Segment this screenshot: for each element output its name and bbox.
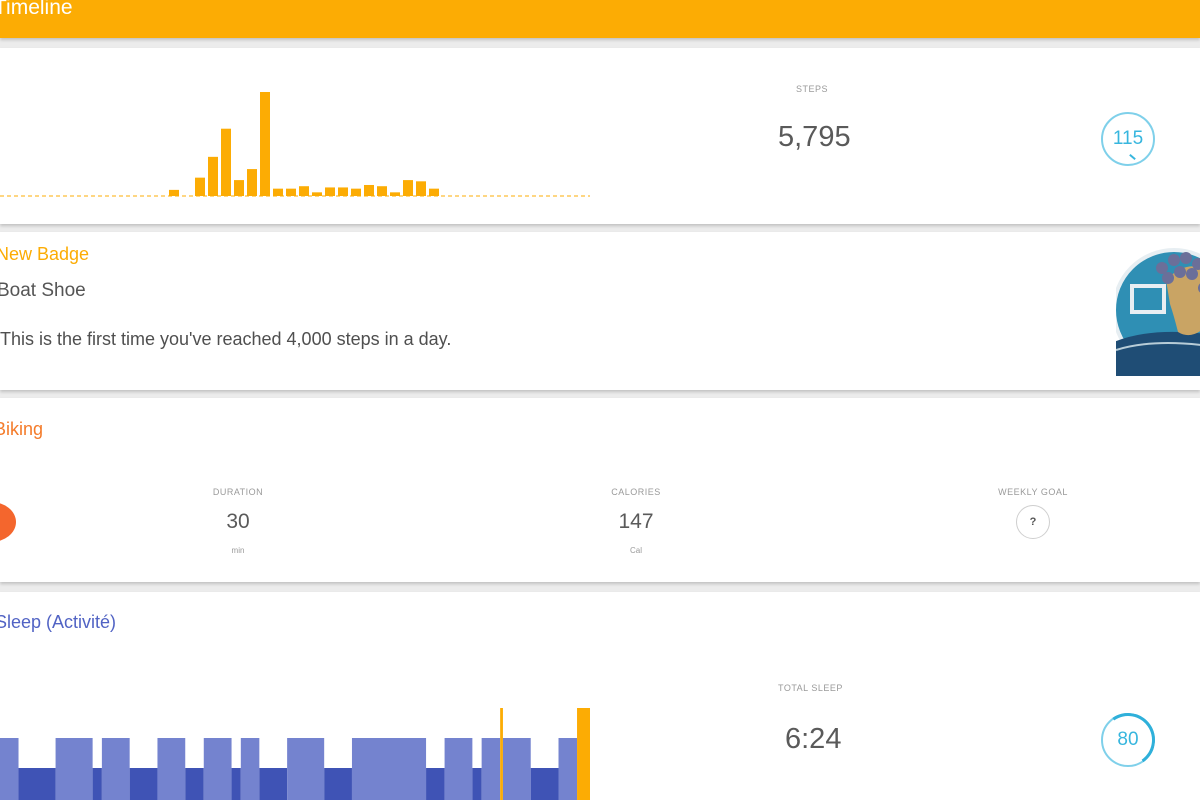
steps-ring-value: 115 [1112,128,1144,149]
activity-card-title: Biking [0,419,44,439]
duration-stat: DURATION 30 min [178,487,298,555]
ring-tick-icon [1129,153,1136,161]
sleep-stage-bar [0,738,19,800]
calories-stat: CALORIES 147 Cal [576,487,696,555]
duration-caption: DURATION [212,487,264,497]
calories-value: 147 [618,510,654,533]
steps-bar [351,188,361,196]
total-sleep-value: 6:24 [785,723,842,755]
sleep-stage-bar [185,768,204,800]
steps-bar [403,180,413,196]
badge-name: Boat Shoe [0,280,86,301]
steps-bar [416,181,426,196]
sleep-stage-bar [55,738,93,800]
total-sleep-caption: TOTAL SLEEP [778,683,843,693]
duration-value: 30 [226,510,250,533]
steps-bar [260,92,270,196]
calories-caption: CALORIES [611,487,661,497]
sleep-chart [0,708,590,800]
sleep-stage-bar [481,738,501,800]
duration-unit: min [231,546,245,555]
sleep-stage-bar [287,738,325,800]
app-title: Timeline [0,0,73,19]
steps-bar [325,187,335,196]
sleep-stage-bar [577,708,590,800]
steps-card[interactable]: STEPS 5,795 115 [0,48,1200,224]
steps-bar [312,192,322,196]
sleep-stage-bar [240,738,260,800]
sleep-stage-bar [129,768,158,800]
steps-bar [390,192,400,196]
badge-card-title: New Badge [0,244,90,264]
badge-shoe-icon [1116,248,1200,376]
steps-chart [0,92,590,197]
steps-bar [273,188,283,196]
app-bar: Timeline [0,0,1200,38]
sleep-stage-bar [324,768,352,800]
steps-bar [247,169,257,196]
sleep-stage-bar [351,738,427,800]
steps-bar [286,188,296,196]
sleep-stage-bar [444,738,473,800]
sleep-stage-bar [203,738,232,800]
sleep-stage-bar [18,768,56,800]
badge-description: This is the first time you've reached 4,… [0,329,452,349]
activity-card[interactable]: Biking DURATION 30 min CALORIES 147 Cal … [0,398,1200,582]
sleep-stage-bar [231,768,241,800]
badge-card[interactable]: New Badge Boat Shoe This is the first ti… [0,232,1200,390]
steps-value: 5,795 [778,121,851,153]
sleep-stage-bar [101,738,130,800]
steps-bar [208,156,218,196]
steps-bar [234,180,244,196]
steps-bar [429,188,439,196]
sleep-ring-arc [1096,708,1160,772]
sleep-stage-bar [500,708,503,800]
weekly-goal-caption: WEEKLY GOAL [998,487,1068,497]
steps-bar [195,177,205,196]
sleep-stage-bar [259,768,288,800]
steps-progress-ring: 115 [1101,112,1155,166]
steps-bar [221,128,231,196]
steps-bar [377,186,387,196]
sleep-stage-bar [92,768,102,800]
bike-icon [0,502,16,542]
sleep-stage-bar [157,738,186,800]
sleep-stage-bar [502,738,531,800]
sleep-stage-bar [472,768,482,800]
steps-caption: STEPS [796,84,829,94]
calories-unit: Cal [629,546,642,555]
steps-bar [338,187,348,196]
steps-bar [299,186,309,196]
weekly-goal-stat: WEEKLY GOAL ? [973,487,1093,539]
weekly-goal-help-button[interactable]: ? [1016,505,1050,539]
sleep-stage-bar [530,768,559,800]
sleep-progress-ring: 80 [1096,708,1160,772]
steps-bar [364,184,374,196]
steps-bar [169,189,179,196]
sleep-stage-bar [426,768,445,800]
sleep-card[interactable]: Sleep (Activité) TOTAL SLEEP 6:24 80 [0,592,1200,800]
sleep-stage-bar [558,738,578,800]
